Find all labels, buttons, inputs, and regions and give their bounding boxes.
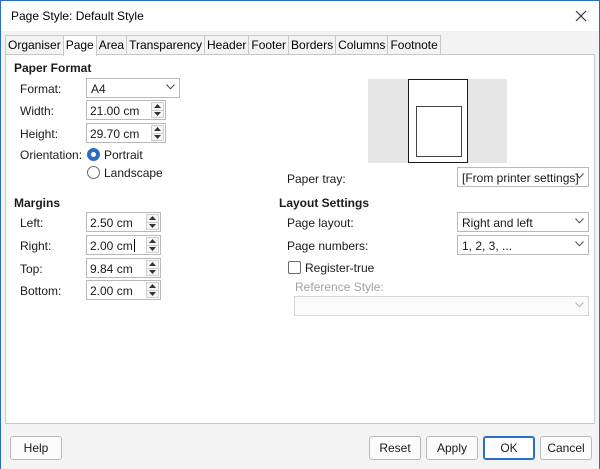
tab-page[interactable]: Page — [62, 35, 97, 56]
chevron-down-icon — [149, 246, 156, 251]
chevron-up-icon — [149, 284, 156, 289]
bottom-margin-decrement-button[interactable] — [146, 290, 159, 298]
chevron-down-icon — [166, 84, 175, 90]
chevron-down-icon — [149, 291, 156, 296]
format-label: Format: — [20, 82, 62, 96]
paper-tray-label: Paper tray: — [287, 172, 346, 186]
chevron-up-icon — [154, 104, 161, 109]
window-title: Page Style: Default Style — [11, 9, 144, 23]
help-button[interactable]: Help — [10, 436, 62, 460]
orientation-label: Orientation: — [20, 148, 83, 162]
bottom-margin-label: Bottom: — [20, 284, 62, 298]
page-numbers-select[interactable]: 1, 2, 3, ... — [457, 235, 589, 255]
width-decrement-button[interactable] — [151, 110, 164, 118]
height-value: 29.70 cm — [90, 127, 140, 141]
close-button[interactable] — [567, 3, 595, 29]
tab-footer[interactable]: Footer — [248, 35, 290, 55]
page-layout-value: Right and left — [462, 216, 533, 230]
format-select[interactable]: A4 — [86, 78, 180, 98]
width-value: 21.00 cm — [90, 104, 140, 118]
left-margin-label: Left: — [20, 216, 44, 230]
width-spinner[interactable]: 21.00 cm — [86, 100, 166, 120]
chevron-down-icon — [149, 223, 156, 228]
title-bar: Page Style: Default Style — [1, 1, 599, 31]
right-margin-spinner[interactable]: 2.00 cm — [86, 235, 161, 255]
top-margin-spinner[interactable]: 9.84 cm — [86, 258, 161, 278]
left-margin-value: 2.50 cm — [90, 216, 133, 230]
right-margin-label: Right: — [20, 239, 52, 253]
height-spinner[interactable]: 29.70 cm — [86, 123, 166, 143]
ok-button[interactable]: OK — [483, 436, 535, 460]
tab-footnote[interactable]: Footnote — [387, 35, 441, 55]
paper-tray-select[interactable]: [From printer settings] — [457, 167, 589, 187]
chevron-down-icon — [575, 173, 584, 179]
top-margin-value: 9.84 cm — [90, 262, 133, 276]
layout-settings-heading: Layout Settings — [279, 196, 370, 210]
bottom-margin-value: 2.00 cm — [90, 284, 133, 298]
paper-tray-value: [From printer settings] — [462, 171, 579, 185]
tab-organiser[interactable]: Organiser — [5, 35, 64, 55]
left-margin-increment-button[interactable] — [146, 214, 159, 223]
tab-columns[interactable]: Columns — [335, 35, 389, 55]
reference-style-select[interactable] — [294, 296, 589, 316]
reference-style-label: Reference Style: — [295, 280, 384, 294]
width-label: Width: — [20, 104, 55, 118]
text-cursor — [133, 239, 135, 252]
tab-area[interactable]: Area — [95, 35, 128, 55]
top-margin-increment-button[interactable] — [146, 260, 159, 269]
button-bar: Help Reset Apply OK Cancel — [1, 425, 599, 469]
page-numbers-label: Page numbers: — [287, 239, 369, 253]
height-label: Height: — [20, 127, 59, 141]
chevron-down-icon — [154, 134, 161, 139]
page-numbers-value: 1, 2, 3, ... — [462, 239, 513, 253]
chevron-down-icon — [575, 218, 584, 224]
right-margin-increment-button[interactable] — [146, 237, 159, 246]
height-decrement-button[interactable] — [151, 133, 164, 141]
register-true-checkbox[interactable] — [288, 261, 301, 274]
width-increment-button[interactable] — [151, 102, 164, 111]
top-margin-label: Top: — [20, 262, 43, 276]
preview-sheet — [408, 79, 468, 163]
page-layout-label: Page layout: — [287, 216, 354, 230]
chevron-up-icon — [149, 216, 156, 221]
right-margin-text: 2.00 cm — [90, 239, 133, 253]
left-margin-decrement-button[interactable] — [146, 222, 159, 230]
chevron-down-icon — [575, 241, 584, 247]
bottom-margin-increment-button[interactable] — [146, 282, 159, 291]
bottom-margin-spinner[interactable]: 2.00 cm — [86, 280, 161, 300]
reset-button[interactable]: Reset — [369, 436, 421, 460]
preview-text-area — [416, 106, 462, 157]
page-preview — [368, 79, 507, 163]
apply-button[interactable]: Apply — [426, 436, 478, 460]
margins-heading: Margins — [14, 196, 61, 210]
tab-transparency[interactable]: Transparency — [126, 35, 205, 55]
format-value: A4 — [91, 82, 106, 96]
chevron-up-icon — [154, 127, 161, 132]
chevron-down-icon — [149, 269, 156, 274]
landscape-radio[interactable] — [87, 166, 100, 179]
left-margin-spinner[interactable]: 2.50 cm — [86, 212, 161, 232]
paper-format-heading: Paper Format — [14, 61, 92, 75]
height-increment-button[interactable] — [151, 125, 164, 134]
page-tab-panel: Paper Format Format: A4 Width: 21.00 cm … — [5, 54, 595, 424]
chevron-down-icon — [575, 302, 584, 308]
landscape-label[interactable]: Landscape — [104, 166, 163, 180]
tab-header[interactable]: Header — [204, 35, 250, 55]
cancel-button[interactable]: Cancel — [540, 436, 592, 460]
chevron-down-icon — [154, 111, 161, 116]
register-true-label[interactable]: Register-true — [305, 261, 374, 275]
right-margin-value: 2.00 cm — [90, 239, 135, 253]
page-style-dialog: Page Style: Default Style Organiser Page… — [0, 0, 600, 469]
right-margin-decrement-button[interactable] — [146, 245, 159, 253]
tab-bar: Organiser Page Area Transparency Header … — [5, 35, 441, 56]
top-margin-decrement-button[interactable] — [146, 268, 159, 276]
close-icon — [575, 10, 587, 22]
chevron-up-icon — [149, 239, 156, 244]
tab-borders[interactable]: Borders — [288, 35, 337, 55]
chevron-up-icon — [149, 262, 156, 267]
portrait-label[interactable]: Portrait — [104, 148, 143, 162]
portrait-radio[interactable] — [87, 148, 100, 161]
page-layout-select[interactable]: Right and left — [457, 212, 589, 232]
